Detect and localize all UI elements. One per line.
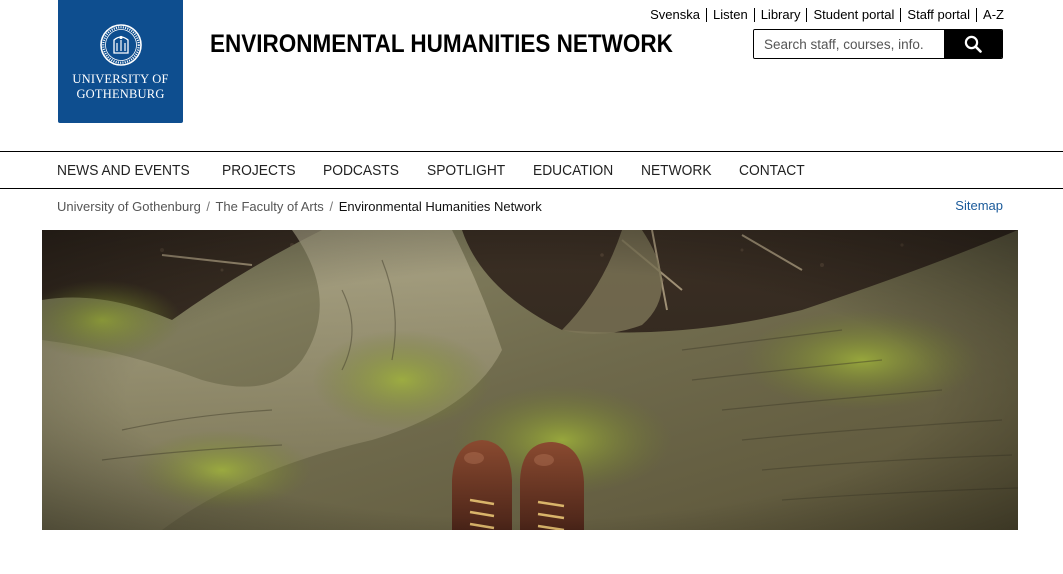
breadcrumb: University of Gothenburg / The Faculty o… bbox=[57, 199, 542, 214]
breadcrumb-faculty[interactable]: The Faculty of Arts bbox=[215, 199, 323, 214]
nav-network[interactable]: NETWORK bbox=[641, 162, 712, 179]
breadcrumb-current: Environmental Humanities Network bbox=[338, 199, 542, 214]
link-staff-portal[interactable]: Staff portal bbox=[901, 8, 978, 22]
hero-illustration bbox=[42, 230, 1018, 530]
link-svenska[interactable]: Svenska bbox=[644, 8, 707, 22]
university-seal-icon bbox=[100, 24, 142, 66]
link-listen[interactable]: Listen bbox=[707, 8, 755, 22]
search-button[interactable] bbox=[944, 30, 1002, 58]
search-box bbox=[753, 29, 1003, 59]
sitemap-link[interactable]: Sitemap bbox=[955, 198, 1003, 213]
university-logo[interactable]: UNIVERSITY OF GOTHENBURG bbox=[58, 0, 183, 123]
hero-image bbox=[42, 230, 1018, 530]
site-title[interactable]: ENVIRONMENTAL HUMANITIES NETWORK bbox=[210, 30, 673, 59]
logo-line-2: GOTHENBURG bbox=[76, 87, 165, 101]
link-student-portal[interactable]: Student portal bbox=[807, 8, 902, 22]
logo-line-1: UNIVERSITY OF bbox=[72, 72, 169, 86]
breadcrumb-separator: / bbox=[329, 199, 334, 214]
breadcrumb-separator: / bbox=[206, 199, 211, 214]
nav-spotlight[interactable]: SPOTLIGHT bbox=[427, 162, 505, 179]
link-library[interactable]: Library bbox=[755, 8, 808, 22]
breadcrumb-university[interactable]: University of Gothenburg bbox=[57, 199, 201, 214]
nav-news-and-events[interactable]: NEWS AND EVENTS bbox=[57, 162, 190, 179]
university-name: UNIVERSITY OF GOTHENBURG bbox=[58, 72, 183, 102]
search-input[interactable] bbox=[754, 30, 944, 58]
link-a-z[interactable]: A-Z bbox=[977, 8, 1004, 22]
top-links: Svenska Listen Library Student portal St… bbox=[644, 8, 1004, 22]
nav-education[interactable]: EDUCATION bbox=[533, 162, 613, 179]
main-nav: NEWS AND EVENTS PROJECTS PODCASTS SPOTLI… bbox=[0, 151, 1063, 189]
search-icon bbox=[964, 35, 982, 53]
nav-contact[interactable]: CONTACT bbox=[739, 162, 805, 179]
nav-projects[interactable]: PROJECTS bbox=[222, 162, 296, 179]
nav-podcasts[interactable]: PODCASTS bbox=[323, 162, 399, 179]
